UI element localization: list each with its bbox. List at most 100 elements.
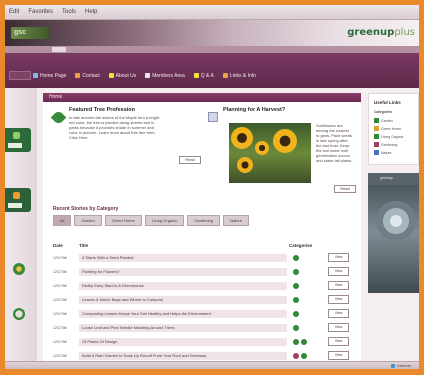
banner-title: greenup <box>368 173 419 185</box>
nav-bullet-icon <box>193 73 199 78</box>
category-icon <box>374 134 379 139</box>
feature-left-read-button[interactable]: Read <box>179 156 201 164</box>
tab-living-organic[interactable]: Living Organic <box>144 215 185 226</box>
rail-green-box-2[interactable] <box>5 188 31 212</box>
category-icon[interactable] <box>293 311 299 317</box>
tab-all[interactable]: All <box>53 215 72 226</box>
feature-left-title[interactable]: Featured Tree Profession <box>69 107 199 113</box>
view-button[interactable]: View <box>328 295 349 304</box>
screenshot-frame: Edit Favorites Tools Help gsc greenupplu… <box>0 0 424 375</box>
category-icon[interactable] <box>293 353 299 359</box>
sidebar-link-label: Living Organic <box>381 134 404 139</box>
rail-leaf-icon[interactable] <box>13 308 25 320</box>
row-title-link[interactable]: Loose Leaf and Pine Needle Mulching Arou… <box>79 324 287 332</box>
category-icon <box>374 126 379 131</box>
sidebar-link-2[interactable]: Living Organic <box>374 134 403 139</box>
site-logo[interactable]: gsc <box>11 27 49 39</box>
menu-help[interactable]: Help <box>85 9 97 15</box>
table-row: 12/17/06 It Starts With a Seed Planted Vie… <box>53 253 359 263</box>
row-title-link[interactable]: Composting Leaves Keeps Your Soil Health… <box>79 310 287 318</box>
row-date: 12/17/06 <box>53 270 67 274</box>
view-button[interactable]: View <box>328 281 349 290</box>
nav-bullet-icon <box>222 73 228 78</box>
rail-box-label <box>8 143 22 148</box>
view-button[interactable]: View <box>328 323 349 332</box>
nav-item-2[interactable]: About Us <box>108 71 136 80</box>
category-icon[interactable] <box>301 353 307 359</box>
sidebar-link-0[interactable]: Garden <box>374 118 393 123</box>
nav-item-3[interactable]: Members Area <box>145 71 185 80</box>
feature-right-read-button[interactable]: Read <box>334 185 356 193</box>
nav-search-box[interactable] <box>9 71 31 80</box>
table-row: 12/17/06 Loose Leaf and Pine Needle Mulch… <box>53 323 359 333</box>
sidebar-link-label: Gardening <box>381 142 398 147</box>
category-icon[interactable] <box>293 283 299 289</box>
nav-item-4[interactable]: Q & A <box>193 71 214 80</box>
col-date: Date <box>53 243 63 248</box>
subnav-strip <box>5 46 419 53</box>
brand-main: greenup <box>347 27 395 38</box>
brand-wordmark[interactable]: greenupplus <box>347 27 415 38</box>
feature-right: Planning for A Harvest? <box>223 107 353 115</box>
row-title-link[interactable]: Build A Rain Garden to Soak Up Runoff Fr… <box>79 352 287 360</box>
feature-line: Click Here <box>69 135 88 140</box>
view-button[interactable]: View <box>328 309 349 318</box>
nav-item-1[interactable]: Contact <box>75 71 100 80</box>
left-rail <box>5 88 37 369</box>
tab-nature[interactable]: Nature <box>222 215 249 226</box>
stories-table-header: Date Title Categories <box>53 243 359 250</box>
category-icon[interactable] <box>293 297 299 303</box>
row-title-link[interactable]: It Starts With a Seed Planted <box>79 254 287 262</box>
view-button[interactable]: View <box>328 351 349 360</box>
view-button[interactable]: View <box>328 337 349 346</box>
os-menubar: Edit Favorites Tools Help <box>5 5 419 20</box>
status-zone: Internet <box>391 363 411 368</box>
rail-flower-icon[interactable] <box>13 263 25 275</box>
sidebar-link-1[interactable]: Green Home <box>374 126 401 131</box>
menu-edit[interactable]: Edit <box>9 9 19 15</box>
row-title-link[interactable]: Leaves & Mulch Bags and Where to Compost <box>79 296 287 304</box>
browser-screen: Edit Favorites Tools Help gsc greenupplu… <box>5 5 419 369</box>
tab-gardening[interactable]: Gardening <box>187 215 220 226</box>
feature-right-title[interactable]: Planning for A Harvest? <box>223 107 353 113</box>
category-icon[interactable] <box>293 255 299 261</box>
status-bar: Internet <box>5 361 419 369</box>
nav-bullet-icon <box>75 73 81 78</box>
nav-bullet-icon <box>33 73 38 78</box>
menu-favorites[interactable]: Favorites <box>28 9 53 15</box>
table-row: 12/17/06 Composting Leaves Keeps Your Soi… <box>53 309 359 319</box>
tab-garden[interactable]: Garden <box>74 215 102 226</box>
feature-right-body: Sunflowers are among the easiest to grow. … <box>316 123 360 163</box>
sidebar-link-4[interactable]: Nature <box>374 150 392 155</box>
nav-item-5[interactable]: Links & Info <box>222 71 256 80</box>
tab-green-home[interactable]: Green Home <box>104 215 142 226</box>
view-button[interactable]: View <box>328 253 349 262</box>
sidebar-link-3[interactable]: Gardening <box>374 142 397 147</box>
row-date: 12/17/06 <box>53 326 67 330</box>
ad-banner[interactable]: greenup <box>368 173 419 293</box>
row-title-link[interactable]: Of Plants Of Design <box>79 338 287 346</box>
row-date: 12/17/06 <box>53 256 67 260</box>
nav-item-0[interactable]: Home Page <box>33 71 66 80</box>
row-title-link[interactable]: Really Early Start to A Greenhouse <box>79 282 287 290</box>
feature-left: Featured Tree Profession In late autumn … <box>69 107 199 140</box>
sunflower-2 <box>255 141 269 155</box>
main-navbar: Home Page Contact About Us Members Area Q & … <box>5 53 419 88</box>
row-title-link[interactable]: Planting for Flowers? <box>79 268 287 276</box>
row-date: 12/17/06 <box>53 340 67 344</box>
category-icon[interactable] <box>293 339 299 345</box>
menu-tools[interactable]: Tools <box>62 9 76 15</box>
article-icon <box>208 112 218 122</box>
category-icon[interactable] <box>293 325 299 331</box>
sidebar-link-label: Green Home <box>381 126 402 131</box>
leaf-icon <box>50 109 67 126</box>
nav-bullet-icon <box>145 73 151 78</box>
sidebar-link-label: Nature <box>381 150 392 155</box>
main-header: Home <box>43 93 361 102</box>
category-icon[interactable] <box>293 269 299 275</box>
category-icon[interactable] <box>301 339 307 345</box>
rail-green-box-1[interactable] <box>5 128 31 152</box>
sunflower-3 <box>273 129 297 153</box>
subnav-chip[interactable] <box>52 47 66 52</box>
view-button[interactable]: View <box>328 267 349 276</box>
